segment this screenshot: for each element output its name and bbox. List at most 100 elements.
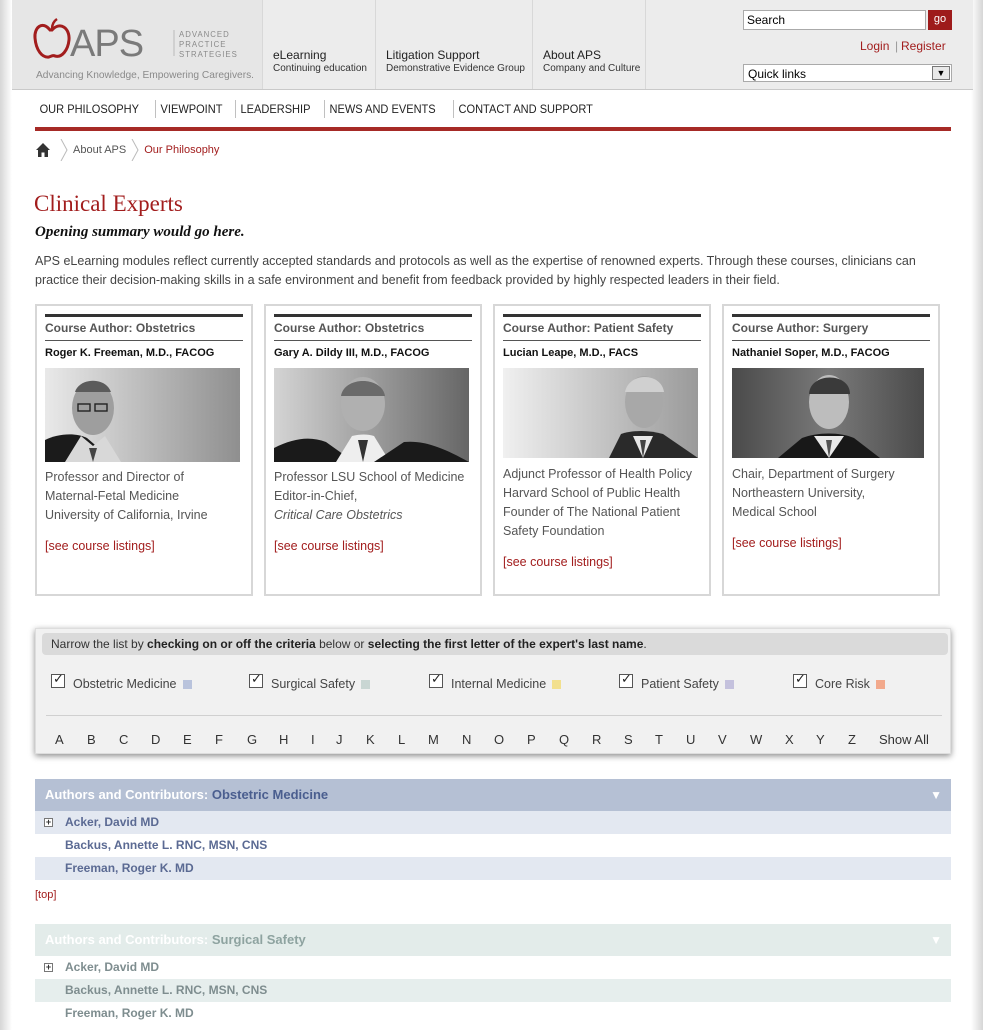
letter-link[interactable]: W [750,732,762,747]
course-listings-link[interactable]: [see course listings] [274,539,384,553]
subnav-leadership[interactable]: LEADERSHIP [235,100,317,118]
instruction-emphasis: selecting the first letter of the expert… [367,637,644,651]
list-item[interactable]: Freeman, Roger K. MD [35,857,951,880]
section-header[interactable]: Authors and Contributors: Obstetric Medi… [35,779,951,811]
letter-link[interactable]: U [686,732,695,747]
color-swatch [724,679,734,689]
description-line: Founder of The National Patient [503,505,680,519]
expert-photo [503,368,698,458]
contributor-name[interactable]: Backus, Annette L. RNC, MSN, CNS [65,983,267,997]
card-separator [503,340,701,341]
apple-icon [33,17,71,59]
home-icon[interactable] [35,142,51,158]
expert-name: Lucian Leape, M.D., FACS [503,347,639,359]
description-line: Medical School [732,505,817,519]
letter-link[interactable]: Y [816,732,825,747]
criteria-surgical-safety[interactable]: Surgical Safety [249,671,371,693]
search-go-button[interactable]: go [928,10,952,30]
letter-link[interactable]: O [494,732,504,747]
letter-link[interactable]: Z [848,732,856,747]
letter-link[interactable]: L [398,732,405,747]
register-link[interactable]: Register [901,39,946,53]
letter-link[interactable]: M [428,732,439,747]
subnav-our-philosophy[interactable]: OUR PHILOSOPHY [35,100,145,118]
plus-box-icon[interactable]: + [44,963,53,972]
subnav-news-and-events[interactable]: NEWS AND EVENTS [324,100,442,118]
card-separator [274,340,472,341]
contributor-name[interactable]: Backus, Annette L. RNC, MSN, CNS [65,838,267,852]
letter-link[interactable]: F [215,732,223,747]
show-all-link[interactable]: Show All [879,732,929,747]
letter-link[interactable]: B [87,732,96,747]
criteria-label: Patient Safety [641,677,719,691]
logo-link[interactable]: APS ADVANCED PRACTICE STRATEGIES Advanci… [12,0,263,89]
list-item[interactable]: Backus, Annette L. RNC, MSN, CNS [35,979,951,1002]
criteria-label: Obstetric Medicine [73,677,177,691]
mainnav-about-aps[interactable]: About APS Company and Culture [533,0,646,89]
course-listings-link[interactable]: [see course listings] [503,555,613,569]
page-shadow-left [0,0,12,1030]
list-item[interactable]: Backus, Annette L. RNC, MSN, CNS [35,834,951,857]
contributors-section-surgical-safety: Authors and Contributors: Surgical Safet… [35,924,951,1025]
letter-link[interactable]: K [366,732,375,747]
login-link[interactable]: Login [860,39,889,53]
list-item[interactable]: + Acker, David MD [35,956,951,979]
criteria-core-risk[interactable]: Core Risk [793,671,885,693]
checkbox[interactable] [51,671,65,688]
course-listings-link[interactable]: [see course listings] [732,536,842,550]
expert-card: Course Author: Obstetrics Gary A. Dildy … [264,304,482,596]
checkbox[interactable] [249,671,263,688]
letter-link[interactable]: A [55,732,64,747]
criteria-label: Core Risk [815,677,870,691]
letter-link[interactable]: J [336,732,343,747]
criteria-internal-medicine[interactable]: Internal Medicine [429,671,562,693]
mainnav-elearning[interactable]: eLearning Continuing education [263,0,376,89]
letter-link[interactable]: Q [559,732,569,747]
letter-link[interactable]: R [592,732,601,747]
checkbox[interactable] [619,671,633,688]
section-nav: OUR PHILOSOPHY VIEWPOINT LEADERSHIP NEWS… [35,100,612,118]
course-listings-link[interactable]: [see course listings] [45,539,155,553]
letter-link[interactable]: N [462,732,471,747]
letter-link[interactable]: V [718,732,727,747]
letter-link[interactable]: P [527,732,536,747]
description-line: Professor LSU School of Medicine [274,470,465,484]
checkbox[interactable] [429,671,443,688]
mainnav-title: About APS [543,48,602,62]
mainnav-litigation-support[interactable]: Litigation Support Demonstrative Evidenc… [376,0,533,89]
contributor-name[interactable]: Freeman, Roger K. MD [65,1006,194,1020]
search-input[interactable] [743,10,926,30]
expert-card: Course Author: Patient Safety Lucian Lea… [493,304,711,596]
page: APS ADVANCED PRACTICE STRATEGIES Advanci… [0,0,983,1030]
letter-link[interactable]: E [183,732,192,747]
letter-link[interactable]: S [624,732,633,747]
header-divider [35,127,951,131]
letter-link[interactable]: T [655,732,663,747]
criteria-patient-safety[interactable]: Patient Safety [619,671,734,693]
letter-link[interactable]: X [785,732,794,747]
expert-photo [45,368,240,462]
subnav-contact-and-support[interactable]: CONTACT AND SUPPORT [452,100,599,118]
letter-link[interactable]: D [151,732,160,747]
quick-links-select[interactable]: Quick links ▼ [743,64,952,82]
list-item[interactable]: Freeman, Roger K. MD [35,1002,951,1025]
contributor-name[interactable]: Freeman, Roger K. MD [65,861,194,875]
letter-link[interactable]: I [311,732,315,747]
letter-link[interactable]: C [119,732,128,747]
page-title: Clinical Experts [34,191,183,216]
contributor-name[interactable]: Acker, David MD [65,815,159,829]
chevron-down-icon[interactable]: ▼ [930,933,942,947]
checkbox[interactable] [793,671,807,688]
list-item[interactable]: + Acker, David MD [35,811,951,834]
chevron-down-icon: ▼ [932,66,950,80]
contributor-name[interactable]: Acker, David MD [65,960,159,974]
breadcrumb-parent[interactable]: About APS [73,144,126,156]
letter-link[interactable]: H [279,732,288,747]
chevron-down-icon[interactable]: ▼ [930,788,942,802]
section-header[interactable]: Authors and Contributors: Surgical Safet… [35,924,951,956]
back-to-top-link[interactable]: [top] [35,889,56,901]
criteria-obstetric-medicine[interactable]: Obstetric Medicine [51,671,192,693]
letter-link[interactable]: G [247,732,257,747]
plus-box-icon[interactable]: + [44,818,53,827]
subnav-viewpoint[interactable]: VIEWPOINT [155,100,229,118]
